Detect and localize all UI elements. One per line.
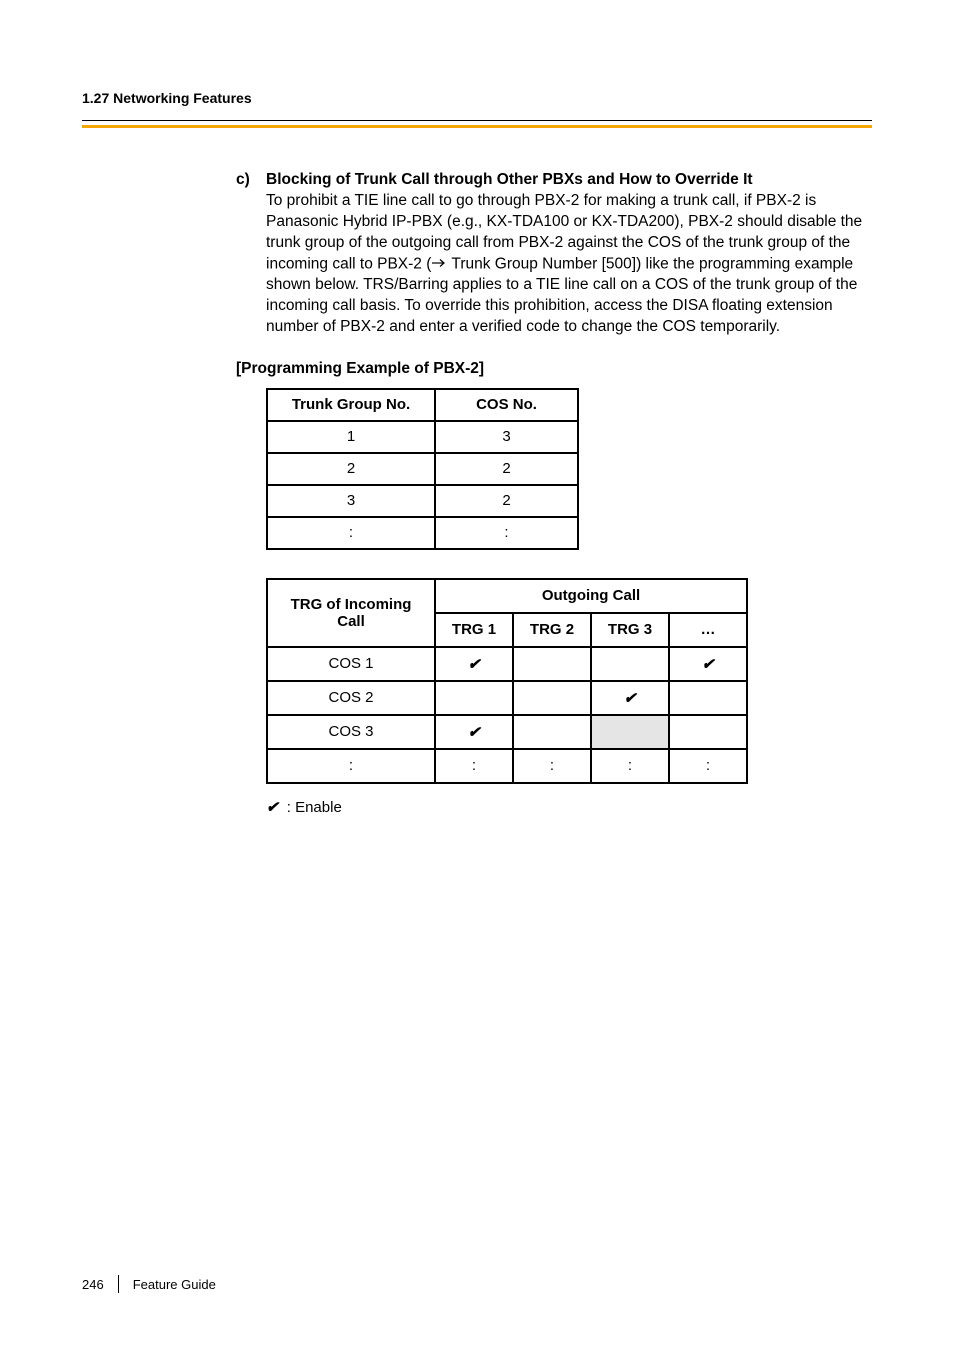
- list-item-label: c): [236, 170, 266, 191]
- cell-label: COS 2: [267, 681, 435, 715]
- check-icon: ✔: [624, 690, 637, 707]
- cell-label: :: [267, 749, 435, 783]
- legend-text: : Enable: [287, 799, 342, 816]
- cell: :: [435, 749, 513, 783]
- table-row: COS 1 ✔ ✔: [267, 647, 747, 681]
- cell: :: [669, 749, 747, 783]
- th-trunk-group: Trunk Group No.: [267, 389, 435, 421]
- cell: [591, 647, 669, 681]
- table-header-row: TRG of Incoming Call Outgoing Call: [267, 579, 747, 613]
- cell: :: [513, 749, 591, 783]
- cell-label: COS 3: [267, 715, 435, 749]
- cell: [513, 681, 591, 715]
- table-row: : :: [267, 517, 578, 549]
- check-icon: ✔: [468, 724, 481, 741]
- cell: 1: [267, 421, 435, 453]
- table-row: 3 2: [267, 485, 578, 517]
- cell: 3: [435, 421, 578, 453]
- cell-shaded: [591, 715, 669, 749]
- header-rule: [82, 120, 872, 128]
- cell: ✔: [435, 715, 513, 749]
- th-cos-no: COS No.: [435, 389, 578, 421]
- cell: :: [267, 517, 435, 549]
- th-incoming: TRG of Incoming Call: [267, 579, 435, 647]
- check-icon: ✔: [702, 656, 715, 673]
- th-more: …: [669, 613, 747, 647]
- table-row: COS 2 ✔: [267, 681, 747, 715]
- table-header-row: Trunk Group No. COS No.: [267, 389, 578, 421]
- check-icon: ✔: [468, 656, 481, 673]
- cell: 2: [435, 485, 578, 517]
- th-trg1: TRG 1: [435, 613, 513, 647]
- cell: 2: [435, 453, 578, 485]
- cell: :: [435, 517, 578, 549]
- check-icon: ✔: [266, 799, 279, 816]
- cell: [669, 715, 747, 749]
- table-row: 2 2: [267, 453, 578, 485]
- body-link-text: Trunk Group Number [500]: [447, 255, 636, 272]
- trg-outgoing-matrix: TRG of Incoming Call Outgoing Call TRG 1…: [266, 578, 748, 784]
- cell: 2: [267, 453, 435, 485]
- trunk-cos-table: Trunk Group No. COS No. 1 3 2 2 3 2 : :: [266, 388, 579, 550]
- cell: ✔: [591, 681, 669, 715]
- cell-label: COS 1: [267, 647, 435, 681]
- programming-example-heading: [Programming Example of PBX-2]: [236, 360, 876, 378]
- table-row: COS 3 ✔: [267, 715, 747, 749]
- arrow-right-icon: [431, 254, 447, 275]
- page-number: 246: [82, 1277, 104, 1292]
- table-row: : : : : :: [267, 749, 747, 783]
- list-item-body: Blocking of Trunk Call through Other PBX…: [266, 170, 876, 338]
- cell: :: [591, 749, 669, 783]
- cell: [435, 681, 513, 715]
- legend: ✔ : Enable: [266, 798, 876, 816]
- th-trg2: TRG 2: [513, 613, 591, 647]
- cell: ✔: [669, 647, 747, 681]
- cell: [669, 681, 747, 715]
- cell: 3: [267, 485, 435, 517]
- table-row: 1 3: [267, 421, 578, 453]
- th-trg3: TRG 3: [591, 613, 669, 647]
- cell: [513, 647, 591, 681]
- page-footer: 246 Feature Guide: [82, 1275, 216, 1293]
- section-header: 1.27 Networking Features: [82, 90, 872, 106]
- th-outgoing: Outgoing Call: [435, 579, 747, 613]
- cell: ✔: [435, 647, 513, 681]
- list-item-title: Blocking of Trunk Call through Other PBX…: [266, 171, 753, 188]
- footer-separator: [118, 1275, 119, 1293]
- cell: [513, 715, 591, 749]
- footer-title: Feature Guide: [133, 1277, 216, 1292]
